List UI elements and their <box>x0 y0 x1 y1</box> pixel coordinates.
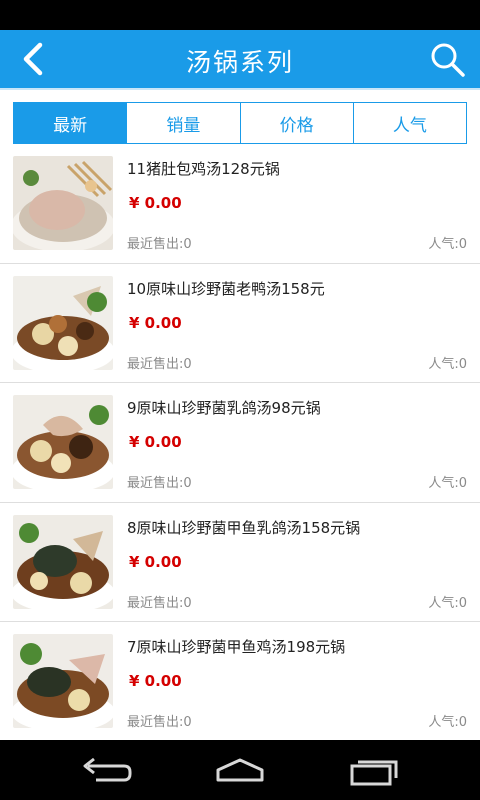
product-name: 10原味山珍野菌老鸭汤158元 <box>127 279 325 298</box>
product-list: 11猪肚包鸡汤128元锅 ¥ 0.00 最近售出:0 人气:0 10原味山珍野菌… <box>0 144 480 742</box>
recent-sold: 最近售出:0 <box>127 237 192 252</box>
tab-sales[interactable]: 销量 <box>126 103 239 143</box>
list-item[interactable]: 9原味山珍野菌乳鸽汤98元锅 ¥ 0.00 最近售出:0 人气:0 <box>0 383 480 503</box>
recent-sold: 最近售出:0 <box>127 715 192 730</box>
product-image <box>13 395 113 489</box>
recent-sold: 最近售出:0 <box>127 595 192 611</box>
product-image <box>13 156 113 250</box>
tab-popularity[interactable]: 人气 <box>352 103 466 143</box>
page-title: 汤锅系列 <box>185 48 294 77</box>
list-item[interactable]: 11猪肚包鸡汤128元锅 ¥ 0.00 最近售出:0 人气:0 <box>0 144 480 264</box>
popularity: 人气:0 <box>428 476 467 491</box>
popularity: 人气:0 <box>428 237 467 252</box>
system-nav-bar <box>0 740 480 800</box>
product-price: ¥ 0.00 <box>129 672 182 690</box>
popularity: 人气:0 <box>428 356 467 372</box>
product-name: 8原味山珍野菌甲鱼乳鸽汤158元锅 <box>127 518 361 537</box>
nav-recents-icon <box>350 760 398 786</box>
nav-home-button[interactable] <box>210 754 270 788</box>
nav-back-icon <box>83 757 132 782</box>
product-name: 7原味山珍野菌甲鱼鸡汤198元锅 <box>127 638 346 656</box>
tab-price[interactable]: 价格 <box>239 103 353 143</box>
product-price: ¥ 0.00 <box>129 313 182 332</box>
product-image <box>13 634 113 728</box>
nav-recents-button[interactable] <box>344 754 404 788</box>
product-price: ¥ 0.00 <box>129 433 182 451</box>
product-price: ¥ 0.00 <box>129 552 182 571</box>
product-image <box>13 514 113 609</box>
product-price: ¥ 0.00 <box>129 194 182 212</box>
search-icon <box>431 43 465 77</box>
status-bar <box>0 0 480 30</box>
product-name: 9原味山珍野菌乳鸽汤98元锅 <box>127 399 321 417</box>
sort-tabs: 最新 销量 价格 人气 <box>13 102 467 144</box>
list-item[interactable]: 7原味山珍野菌甲鱼鸡汤198元锅 ¥ 0.00 最近售出:0 人气:0 <box>0 622 480 742</box>
recent-sold: 最近售出:0 <box>127 356 192 372</box>
tab-newest[interactable]: 最新 <box>14 103 127 143</box>
product-image <box>13 275 113 370</box>
app-header: 汤锅系列 <box>0 30 480 88</box>
product-name: 11猪肚包鸡汤128元锅 <box>127 160 280 178</box>
popularity: 人气:0 <box>428 595 467 611</box>
header-divider <box>0 88 480 90</box>
search-button[interactable] <box>428 40 468 80</box>
recent-sold: 最近售出:0 <box>127 476 192 491</box>
list-item[interactable]: 10原味山珍野菌老鸭汤158元 ¥ 0.00 最近售出:0 人气:0 <box>0 264 480 383</box>
popularity: 人气:0 <box>428 715 467 730</box>
nav-back-button[interactable] <box>76 754 136 788</box>
list-item[interactable]: 8原味山珍野菌甲鱼乳鸽汤158元锅 ¥ 0.00 最近售出:0 人气:0 <box>0 503 480 622</box>
nav-home-icon <box>216 758 264 782</box>
